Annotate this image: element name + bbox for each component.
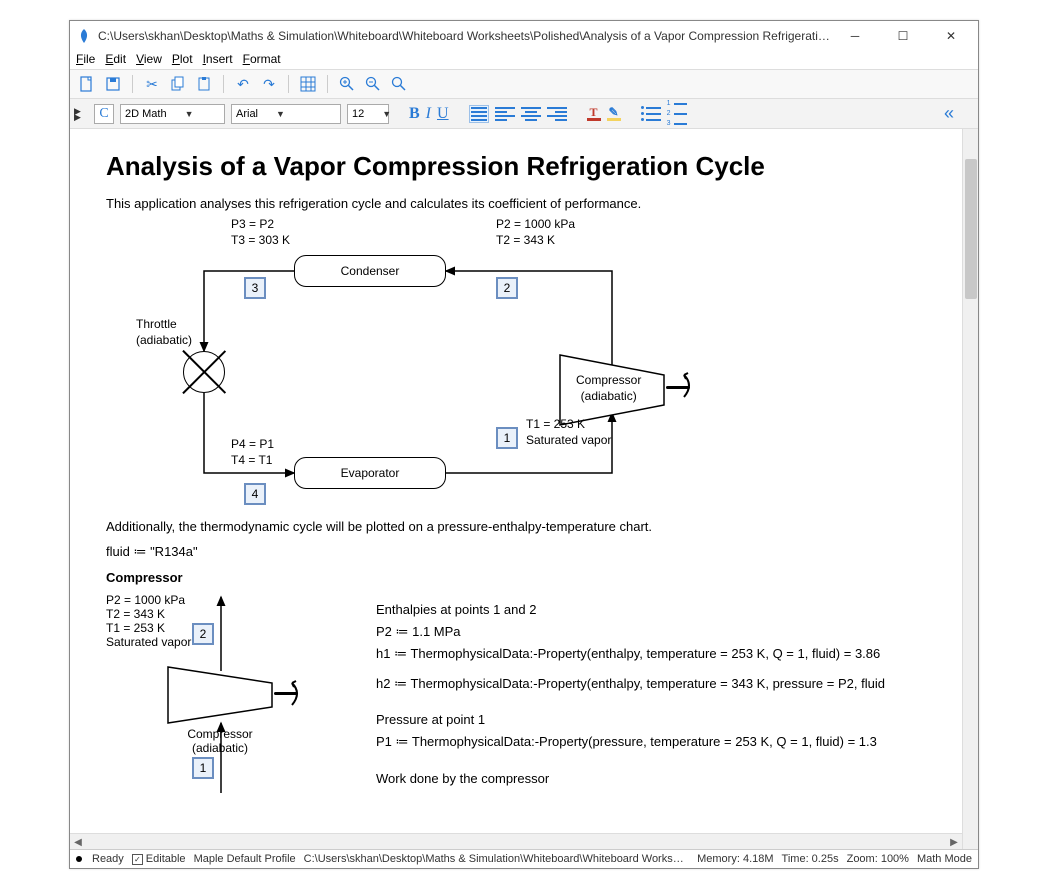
zoom-in-button[interactable] — [336, 73, 358, 95]
scroll-right-icon[interactable]: ▶ — [946, 834, 962, 849]
workarea: Analysis of a Vapor Compression Refriger… — [70, 129, 978, 849]
window-controls: ─ ☐ ✕ — [834, 29, 972, 43]
intro-text: This application analyses this refrigera… — [106, 196, 932, 211]
input-mode-value: 2D Math — [125, 108, 167, 120]
menu-view[interactable]: View — [136, 52, 162, 66]
text-color-button[interactable]: T — [587, 107, 601, 121]
save-button[interactable] — [102, 73, 124, 95]
status-zoom: Zoom: 100% — [847, 853, 909, 865]
h2-eq: h2 ≔ ThermophysicalData:-Property(enthal… — [376, 673, 932, 695]
input-mode-select[interactable]: 2D Math▼ — [120, 104, 225, 124]
state2-label: P2 = 1000 kPa T2 = 343 K — [496, 217, 575, 248]
state4-label: P4 = P1 T4 = T1 — [231, 437, 274, 468]
fluid-assignment: fluid ≔ "R134a" — [106, 544, 932, 560]
math-mode-button[interactable]: C — [94, 104, 114, 124]
window-title: C:\Users\skhan\Desktop\Maths & Simulatio… — [98, 29, 834, 43]
cut-button[interactable]: ✂ — [141, 73, 163, 95]
menu-format[interactable]: Format — [243, 52, 281, 66]
app-window: C:\Users\skhan\Desktop\Maths & Simulatio… — [69, 20, 979, 869]
additional-text: Additionally, the thermodynamic cycle wi… — [106, 519, 932, 534]
menu-plot[interactable]: Plot — [172, 52, 193, 66]
state1-label: T1 = 253 K Saturated vapor — [526, 417, 611, 448]
grid-button[interactable] — [297, 73, 319, 95]
state1-number: 1 — [496, 427, 518, 449]
cycle-diagram: P3 = P2 T3 = 303 K P2 = 1000 kPa T2 = 34… — [126, 221, 746, 511]
zoom-reset-button[interactable] — [388, 73, 410, 95]
d2-state2-number: 2 — [192, 623, 214, 645]
work-head: Work done by the compressor — [376, 768, 932, 790]
minimize-button[interactable]: ─ — [840, 29, 870, 43]
enth-head: Enthalpies at points 1 and 2 — [376, 599, 932, 621]
vertical-scrollbar[interactable] — [962, 129, 978, 849]
throttle-node — [183, 351, 225, 393]
main-toolbar: ✂ ↶ ↷ — [70, 69, 978, 99]
align-center-button[interactable] — [521, 105, 541, 123]
titlebar: C:\Users\skhan\Desktop\Maths & Simulatio… — [70, 21, 978, 51]
font-size-value: 12 — [352, 108, 364, 120]
scroll-thumb[interactable] — [965, 159, 977, 299]
status-dot-icon — [76, 856, 82, 862]
align-justify-button[interactable] — [469, 105, 489, 123]
new-button[interactable] — [76, 73, 98, 95]
horizontal-scrollbar[interactable]: ◀ ▶ — [70, 833, 962, 849]
state2-number: 2 — [496, 277, 518, 299]
format-toolbar: ▶▶ C 2D Math▼ Arial▼ 12▼ B I U T ✎ 1 2 — [70, 99, 978, 129]
statusbar: Ready ✓ Editable Maple Default Profile C… — [70, 849, 978, 868]
underline-button[interactable]: U — [437, 105, 449, 123]
status-path: C:\Users\skhan\Desktop\Maths & Simulatio… — [304, 853, 689, 865]
italic-button[interactable]: I — [426, 105, 431, 123]
menu-edit[interactable]: Edit — [105, 52, 126, 66]
d2-state1-number: 1 — [192, 757, 214, 779]
throttle-label: Throttle (adiabatic) — [136, 317, 192, 348]
p1-eq: P1 ≔ ThermophysicalData:-Property(pressu… — [376, 731, 932, 753]
copy-button[interactable] — [167, 73, 189, 95]
calc-block: Enthalpies at points 1 and 2 P2 ≔ 1.1 MP… — [376, 593, 932, 803]
undo-button[interactable]: ↶ — [232, 73, 254, 95]
align-left-button[interactable] — [495, 105, 515, 123]
font-value: Arial — [236, 108, 258, 120]
status-mode: Math Mode — [917, 853, 972, 865]
menu-insert[interactable]: Insert — [203, 52, 233, 66]
font-size-select[interactable]: 12▼ — [347, 104, 389, 124]
bold-button[interactable]: B — [409, 105, 420, 123]
status-profile: Maple Default Profile — [194, 853, 296, 865]
collapse-toolbar-button[interactable]: « — [944, 103, 954, 124]
status-time: Time: 0.25s — [782, 853, 839, 865]
condenser-node: Condenser — [294, 255, 446, 287]
bullet-list-button[interactable] — [641, 105, 661, 123]
rotation-icon — [682, 371, 698, 391]
font-select[interactable]: Arial▼ — [231, 104, 341, 124]
d2-rotation-icon — [290, 679, 306, 699]
state3-number: 3 — [244, 277, 266, 299]
compressor-diagram: 2 P2 = 1000 kPa T2 = 343 K Compressor ( — [106, 593, 366, 803]
paste-button[interactable] — [193, 73, 215, 95]
h1-eq: h1 ≔ ThermophysicalData:-Property(enthal… — [376, 643, 932, 665]
compressor-section-head: Compressor — [106, 570, 932, 585]
close-button[interactable]: ✕ — [936, 29, 966, 43]
editable-checkbox[interactable]: ✓ — [132, 854, 143, 865]
align-right-button[interactable] — [547, 105, 567, 123]
menubar: File Edit View Plot Insert Format — [70, 51, 978, 69]
app-logo-icon — [76, 28, 92, 44]
highlight-color-button[interactable]: ✎ — [607, 107, 621, 121]
status-editable: Editable — [146, 853, 186, 865]
number-list-button[interactable]: 1 2 3 — [667, 105, 687, 123]
zoom-out-button[interactable] — [362, 73, 384, 95]
press-head: Pressure at point 1 — [376, 709, 932, 731]
status-ready: Ready — [92, 853, 124, 865]
caret-hint-icon: ▶▶ — [70, 108, 84, 120]
state4-number: 4 — [244, 483, 266, 505]
document-content[interactable]: Analysis of a Vapor Compression Refriger… — [70, 129, 962, 833]
evaporator-node: Evaporator — [294, 457, 446, 489]
scroll-left-icon[interactable]: ◀ — [70, 834, 86, 849]
redo-button[interactable]: ↷ — [258, 73, 280, 95]
doc-heading: Analysis of a Vapor Compression Refriger… — [106, 151, 932, 182]
status-memory: Memory: 4.18M — [697, 853, 773, 865]
menu-file[interactable]: File — [76, 52, 95, 66]
p2-eq: P2 ≔ 1.1 MPa — [376, 621, 932, 643]
maximize-button[interactable]: ☐ — [888, 29, 918, 43]
state3-label: P3 = P2 T3 = 303 K — [231, 217, 290, 248]
